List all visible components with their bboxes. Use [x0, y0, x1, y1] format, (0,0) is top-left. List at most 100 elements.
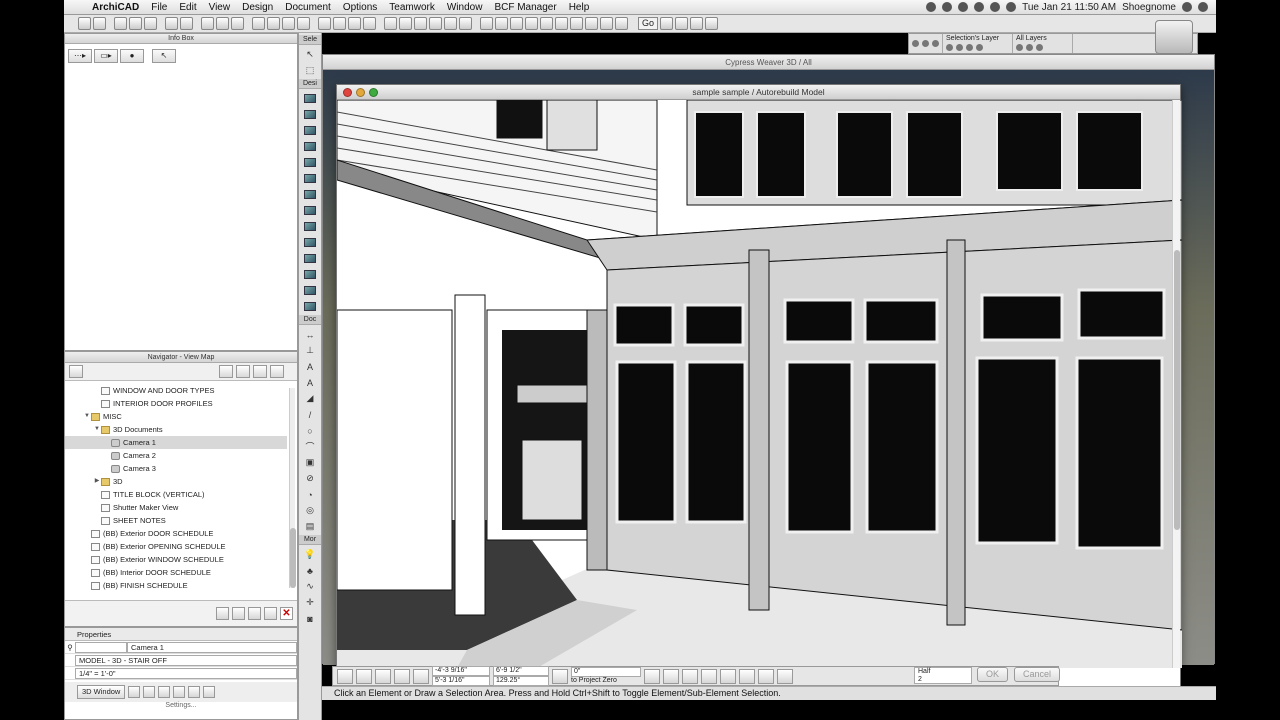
- label-tool-icon[interactable]: A: [302, 376, 318, 389]
- compare-icon[interactable]: [600, 17, 613, 30]
- walk-mode-icon[interactable]: [173, 686, 186, 698]
- scale-select[interactable]: 1/4" = 1'-0": [75, 667, 297, 679]
- elevation-icon[interactable]: [429, 17, 442, 30]
- menu-bcf-manager[interactable]: BCF Manager: [488, 2, 562, 13]
- mesh-tool-icon[interactable]: [302, 300, 318, 313]
- wall-tool-icon[interactable]: [302, 92, 318, 105]
- all-layers-wire-icon[interactable]: [1036, 44, 1043, 51]
- sync-icon[interactable]: [942, 2, 953, 12]
- object-tool-icon[interactable]: [302, 268, 318, 281]
- project-map-icon[interactable]: [219, 365, 233, 378]
- ok-button[interactable]: OK: [977, 667, 1009, 682]
- tree-item[interactable]: ▼ MISC: [65, 410, 287, 423]
- menu-design[interactable]: Design: [236, 2, 279, 13]
- window-zoom-icon[interactable]: [369, 88, 378, 97]
- toolbox-more-header[interactable]: Mor: [299, 535, 321, 545]
- 3d-model-window[interactable]: sample sample / Autorebuild Model: [336, 84, 1182, 688]
- menu-edit[interactable]: Edit: [173, 2, 202, 13]
- tree-item[interactable]: WINDOW AND DOOR TYPES: [65, 384, 287, 397]
- view-settings-icon[interactable]: [264, 607, 277, 620]
- cut-icon[interactable]: [144, 17, 157, 30]
- coordinate-lock-icon[interactable]: [552, 668, 568, 684]
- tree-item[interactable]: Camera 2: [65, 449, 287, 462]
- dimension-icon[interactable]: [555, 17, 568, 30]
- menu-document[interactable]: Document: [279, 2, 337, 13]
- special-snap-icon[interactable]: [413, 668, 429, 684]
- grid-icon[interactable]: [282, 17, 295, 30]
- window-minimize-icon[interactable]: [356, 88, 365, 97]
- 3d-cutaway-icon[interactable]: [158, 686, 171, 698]
- zoom-out-icon[interactable]: [333, 17, 346, 30]
- construction-grid-icon[interactable]: [758, 668, 774, 684]
- walk-icon[interactable]: [690, 17, 704, 30]
- window-close-icon[interactable]: [343, 88, 352, 97]
- snap-reference-icon[interactable]: [394, 668, 410, 684]
- navigation-forward-icon[interactable]: [675, 17, 689, 30]
- disclosure-triangle-icon[interactable]: ▶: [93, 475, 101, 488]
- layer-lock-icon[interactable]: [922, 40, 929, 47]
- save-icon[interactable]: [114, 17, 127, 30]
- tree-item[interactable]: (BB) FINISH SCHEDULE: [65, 579, 287, 592]
- arrow-selection-icon[interactable]: ↖: [152, 49, 176, 63]
- go-button[interactable]: Go: [638, 17, 659, 30]
- delta-x-value[interactable]: -4'-3 9/16": [432, 666, 490, 676]
- model-view-icon[interactable]: [510, 17, 523, 30]
- view-name-field[interactable]: Camera 1: [127, 641, 297, 653]
- camera-tool-icon[interactable]: ◙: [302, 612, 318, 625]
- elevation-tool-icon[interactable]: ◔: [302, 488, 318, 501]
- gravity-icon[interactable]: [720, 668, 736, 684]
- spline-tool-icon[interactable]: ∿: [302, 580, 318, 593]
- redo-icon[interactable]: [180, 17, 193, 30]
- guide-lines-icon[interactable]: [644, 668, 660, 684]
- open-3d-window-button[interactable]: 3D Window: [77, 685, 126, 699]
- toolbox-select-header[interactable]: Sele: [299, 35, 321, 45]
- pick-up-parameters-icon[interactable]: [201, 17, 214, 30]
- suspend-groups-icon[interactable]: [701, 668, 717, 684]
- menu-teamwork[interactable]: Teamwork: [383, 2, 441, 13]
- battery-icon[interactable]: [1006, 2, 1017, 12]
- menu-clock[interactable]: Tue Jan 21 11:50 AM: [1022, 2, 1116, 13]
- tree-item[interactable]: ▶ 3D: [65, 475, 287, 488]
- menu-help[interactable]: Help: [563, 2, 596, 13]
- fill-tool-icon[interactable]: ◢: [302, 392, 318, 405]
- snap-guides-icon[interactable]: [663, 668, 679, 684]
- detail-tool-icon[interactable]: ◎: [302, 504, 318, 517]
- cancel-operation-icon[interactable]: [337, 668, 353, 684]
- new-file-icon[interactable]: [78, 17, 91, 30]
- tree-item[interactable]: (BB) Exterior WINDOW SCHEDULE: [65, 553, 287, 566]
- skylight-tool-icon[interactable]: [302, 220, 318, 233]
- tree-item[interactable]: Shutter Maker View: [65, 501, 287, 514]
- magic-wand-icon[interactable]: [252, 17, 265, 30]
- all-layers-unlock-icon[interactable]: [1026, 44, 1033, 51]
- section-tool-icon[interactable]: ⊘: [302, 472, 318, 485]
- angle-value[interactable]: 129.25°: [493, 676, 549, 686]
- line-tool-icon[interactable]: /: [302, 408, 318, 421]
- 3d-viewport[interactable]: [337, 100, 1182, 668]
- toolbox-document-header[interactable]: Doc: [299, 315, 321, 325]
- toolbox-design-header[interactable]: Desi: [299, 79, 321, 89]
- perspective-icon[interactable]: [203, 686, 216, 698]
- column-tool-icon[interactable]: [302, 108, 318, 121]
- grid-snap-icon[interactable]: [739, 668, 755, 684]
- renovation-icon[interactable]: [525, 17, 538, 30]
- model-window-titlebar[interactable]: sample sample / Autorebuild Model: [337, 85, 1180, 100]
- open-file-icon[interactable]: [93, 17, 106, 30]
- dimension-tool-icon[interactable]: ↔: [302, 328, 318, 341]
- navigation-back-icon[interactable]: [660, 17, 674, 30]
- selection-layer-solid-icon[interactable]: [976, 44, 983, 51]
- all-layers-show-icon[interactable]: [1016, 44, 1023, 51]
- worksheet-tool-icon[interactable]: ▤: [302, 520, 318, 533]
- tree-item[interactable]: TITLE BLOCK (VERTICAL): [65, 488, 287, 501]
- layer-combination-select[interactable]: MODEL - 3D - STAIR OFF: [75, 654, 297, 666]
- 3d-view-icon[interactable]: [399, 17, 412, 30]
- tree-item[interactable]: INTERIOR DOOR PROFILES: [65, 397, 287, 410]
- distance-value[interactable]: 6'-9 1/2": [493, 666, 549, 676]
- menu-file[interactable]: File: [145, 2, 173, 13]
- menu-app[interactable]: ArchiCAD: [86, 2, 145, 13]
- lamp-tool-icon[interactable]: 💡: [302, 548, 318, 561]
- marquee-shape-icon[interactable]: ▭▸: [94, 49, 118, 63]
- shell-tool-icon[interactable]: [302, 204, 318, 217]
- tree-item[interactable]: SHEET NOTES: [65, 514, 287, 527]
- explore-icon[interactable]: [705, 17, 719, 30]
- orbit-icon[interactable]: [384, 17, 397, 30]
